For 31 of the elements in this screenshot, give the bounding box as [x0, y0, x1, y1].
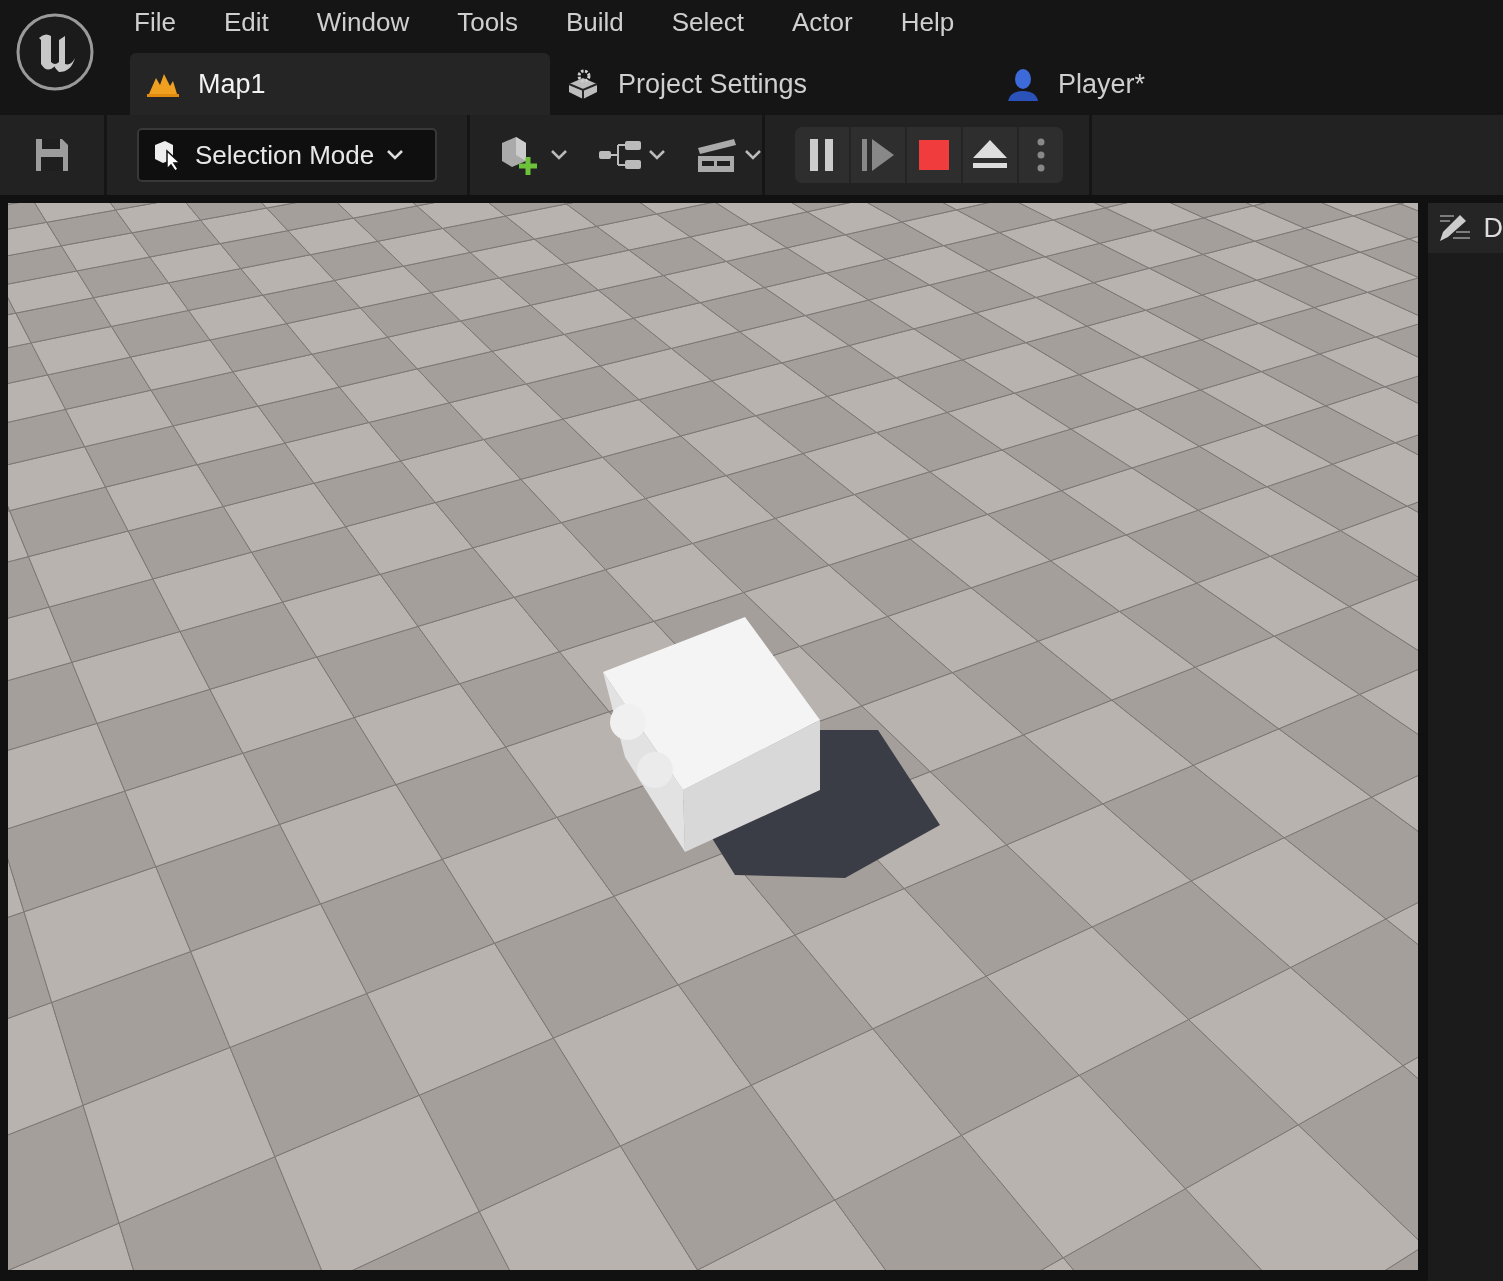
pause-icon: [809, 139, 835, 171]
menu-item[interactable]: Edit: [223, 7, 269, 38]
save-icon[interactable]: [34, 137, 70, 173]
engine-logo-icon[interactable]: [15, 12, 95, 92]
caret-icon: [648, 149, 666, 161]
node-graph-icon: [598, 139, 642, 171]
vertical-dots-icon: [1037, 138, 1045, 172]
menu-item[interactable]: Tools: [457, 7, 518, 38]
gear-box-icon: [566, 68, 600, 100]
selection-mode-dropdown[interactable]: Selection Mode: [137, 128, 437, 182]
blueprint-dropdown[interactable]: [598, 139, 666, 171]
cinematics-dropdown[interactable]: [696, 136, 762, 174]
stop-icon: [919, 140, 949, 170]
clapperboard-icon: [696, 136, 738, 174]
person-icon: [1006, 67, 1040, 101]
menu-item[interactable]: Help: [900, 7, 955, 38]
details-tab[interactable]: D: [1427, 203, 1503, 253]
menu-item[interactable]: Actor: [792, 7, 853, 38]
document-tab[interactable]: Player*: [990, 53, 1162, 115]
caret-icon: [386, 149, 405, 161]
menu-item[interactable]: File: [134, 7, 176, 38]
caret-icon: [744, 149, 762, 161]
step-forward-icon: [862, 139, 894, 171]
eject-icon: [973, 140, 1007, 170]
menu-item[interactable]: Window: [316, 7, 410, 38]
menu-item[interactable]: Build: [565, 7, 624, 38]
document-tab[interactable]: Project Settings: [550, 53, 990, 115]
document-tab[interactable]: Map1: [130, 53, 550, 115]
menu-item[interactable]: Select: [671, 7, 744, 38]
pencil-list-icon: [1437, 213, 1472, 243]
caret-icon: [550, 149, 568, 161]
